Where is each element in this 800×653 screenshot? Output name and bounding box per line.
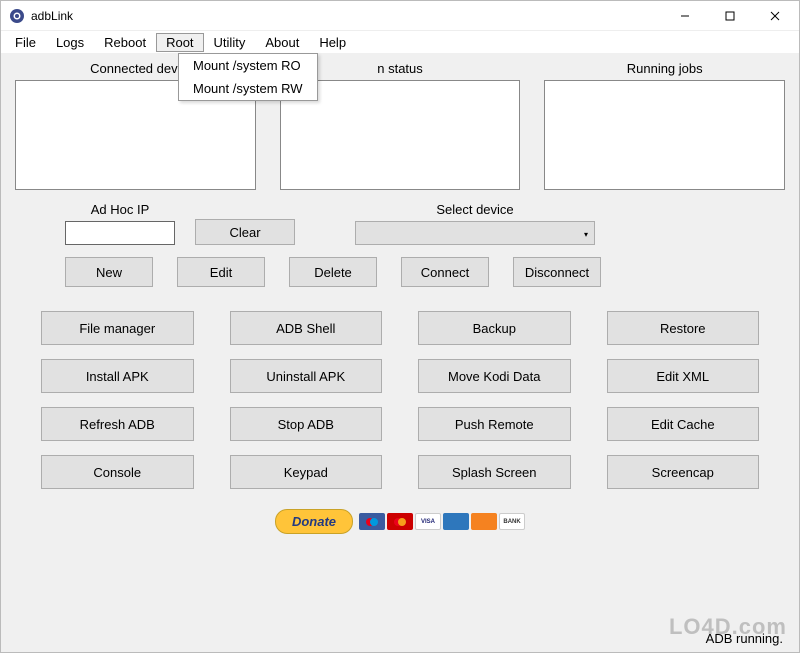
panels-row: Connected devi n status Running jobs bbox=[15, 61, 785, 190]
minimize-button[interactable] bbox=[662, 1, 707, 30]
splash-screen-button[interactable]: Splash Screen bbox=[418, 455, 571, 489]
file-manager-button[interactable]: File manager bbox=[41, 311, 194, 345]
edit-button[interactable]: Edit bbox=[177, 257, 265, 287]
main-window: adbLink File Logs Reboot Root Utility Ab… bbox=[0, 0, 800, 653]
restore-button[interactable]: Restore bbox=[607, 311, 760, 345]
app-icon bbox=[9, 8, 25, 24]
menu-mount-rw[interactable]: Mount /system RW bbox=[179, 77, 317, 100]
window-title: adbLink bbox=[31, 9, 73, 23]
visa-card-icon: VISA bbox=[415, 513, 441, 530]
menu-utility[interactable]: Utility bbox=[204, 33, 256, 52]
chevron-down-icon: ▾ bbox=[584, 230, 588, 239]
select-device-group: Select device ▾ bbox=[355, 202, 595, 245]
adhoc-group: Ad Hoc IP bbox=[65, 202, 175, 245]
discover-card-icon bbox=[471, 513, 497, 530]
edit-cache-button[interactable]: Edit Cache bbox=[607, 407, 760, 441]
move-kodi-data-button[interactable]: Move Kodi Data bbox=[418, 359, 571, 393]
refresh-adb-button[interactable]: Refresh ADB bbox=[41, 407, 194, 441]
adhoc-ip-input[interactable] bbox=[65, 221, 175, 245]
donate-row: Donate VISA BANK bbox=[15, 509, 785, 534]
adb-shell-button[interactable]: ADB Shell bbox=[230, 311, 383, 345]
menu-mount-ro[interactable]: Mount /system RO bbox=[179, 54, 317, 77]
edit-xml-button[interactable]: Edit XML bbox=[607, 359, 760, 393]
clear-button[interactable]: Clear bbox=[195, 219, 295, 245]
menu-help[interactable]: Help bbox=[309, 33, 356, 52]
device-buttons-row: New Edit Delete Connect Disconnect bbox=[65, 257, 785, 287]
payment-cards: VISA BANK bbox=[359, 513, 525, 530]
console-button[interactable]: Console bbox=[41, 455, 194, 489]
running-jobs-label: Running jobs bbox=[544, 61, 785, 76]
action-grid: File manager ADB Shell Backup Restore In… bbox=[41, 311, 759, 489]
new-button[interactable]: New bbox=[65, 257, 153, 287]
stop-adb-button[interactable]: Stop ADB bbox=[230, 407, 383, 441]
donate-button[interactable]: Donate bbox=[275, 509, 353, 534]
disconnect-button[interactable]: Disconnect bbox=[513, 257, 601, 287]
maestro-card-icon bbox=[359, 513, 385, 530]
menu-logs[interactable]: Logs bbox=[46, 33, 94, 52]
adhoc-ip-label: Ad Hoc IP bbox=[91, 202, 150, 217]
status-text: ADB running. bbox=[706, 631, 783, 646]
select-device-dropdown[interactable]: ▾ bbox=[355, 221, 595, 245]
titlebar-left: adbLink bbox=[9, 8, 73, 24]
select-device-label: Select device bbox=[436, 202, 513, 217]
bank-card-icon: BANK bbox=[499, 513, 525, 530]
screencap-button[interactable]: Screencap bbox=[607, 455, 760, 489]
keypad-button[interactable]: Keypad bbox=[230, 455, 383, 489]
amex-card-icon bbox=[443, 513, 469, 530]
install-apk-button[interactable]: Install APK bbox=[41, 359, 194, 393]
content-area: Connected devi n status Running jobs Ad … bbox=[1, 53, 799, 652]
uninstall-apk-button[interactable]: Uninstall APK bbox=[230, 359, 383, 393]
maximize-button[interactable] bbox=[707, 1, 752, 30]
mastercard-icon bbox=[387, 513, 413, 530]
menubar: File Logs Reboot Root Utility About Help… bbox=[1, 31, 799, 53]
ip-row: Ad Hoc IP Clear Select device ▾ bbox=[65, 202, 785, 245]
titlebar: adbLink bbox=[1, 1, 799, 31]
menu-file[interactable]: File bbox=[5, 33, 46, 52]
close-button[interactable] bbox=[752, 1, 797, 30]
menu-reboot[interactable]: Reboot bbox=[94, 33, 156, 52]
push-remote-button[interactable]: Push Remote bbox=[418, 407, 571, 441]
menu-root[interactable]: Root bbox=[156, 33, 203, 52]
menu-about[interactable]: About bbox=[255, 33, 309, 52]
backup-button[interactable]: Backup bbox=[418, 311, 571, 345]
running-jobs-list[interactable] bbox=[544, 80, 785, 190]
connect-button[interactable]: Connect bbox=[401, 257, 489, 287]
running-jobs-panel: Running jobs bbox=[544, 61, 785, 190]
delete-button[interactable]: Delete bbox=[289, 257, 377, 287]
root-dropdown: Mount /system RO Mount /system RW bbox=[178, 53, 318, 101]
window-controls bbox=[662, 1, 797, 30]
